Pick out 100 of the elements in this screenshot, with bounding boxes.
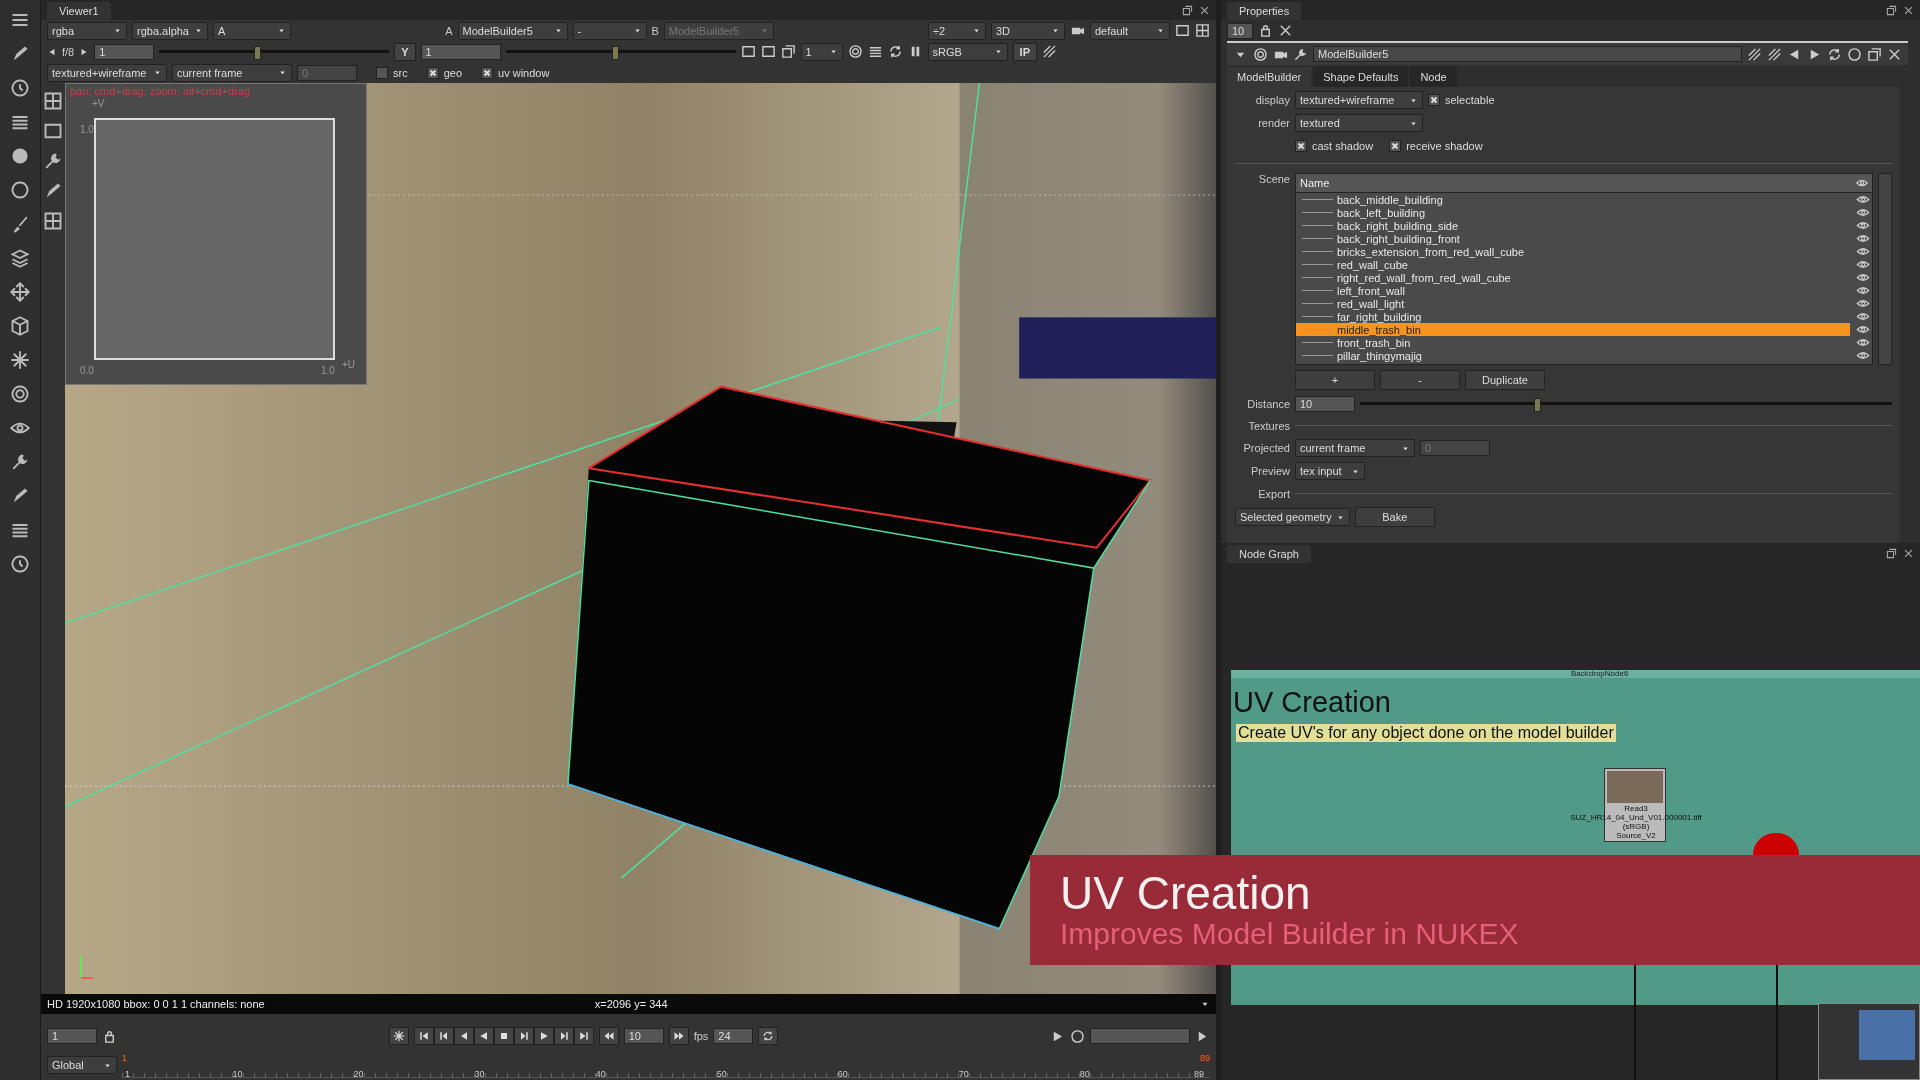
lock-icon[interactable]: [1258, 23, 1273, 38]
view-mode-dropdown[interactable]: 3D: [991, 21, 1065, 40]
preview-dropdown[interactable]: tex input: [1295, 462, 1365, 480]
scene-item[interactable]: back_left_building: [1296, 206, 1850, 219]
arrow-left-icon[interactable]: [47, 46, 57, 57]
display-mode-dropdown[interactable]: textured+wireframe: [47, 63, 167, 82]
loop-button[interactable]: [758, 1027, 779, 1045]
merge-dropdown[interactable]: -: [572, 21, 647, 40]
eye-icon[interactable]: [1856, 297, 1870, 310]
display-dropdown[interactable]: textured+wireframe: [1295, 91, 1423, 109]
scene-item[interactable]: far_right_building: [1296, 310, 1850, 323]
properties-tab[interactable]: Node: [1410, 67, 1457, 87]
eye-icon[interactable]: [1856, 245, 1870, 258]
lines-icon[interactable]: [867, 44, 883, 59]
cube-icon[interactable]: [10, 316, 30, 336]
range-field[interactable]: [1090, 1028, 1190, 1044]
scene-button[interactable]: -: [1380, 370, 1460, 390]
wrench-icon[interactable]: [10, 452, 30, 472]
lock-icon[interactable]: [102, 1028, 117, 1044]
eye-icon[interactable]: [1856, 232, 1870, 245]
colorspace-dropdown[interactable]: sRGB: [927, 42, 1008, 61]
clear-panels-icon[interactable]: [1278, 23, 1293, 38]
scene-item[interactable]: pillar_thingymajig: [1296, 349, 1850, 362]
checkbox[interactable]: [1389, 139, 1402, 152]
wrench-icon[interactable]: [43, 151, 63, 171]
minimap[interactable]: [1818, 1003, 1920, 1080]
eye-icon[interactable]: [1856, 193, 1870, 206]
gamma-button[interactable]: Y: [394, 42, 416, 61]
overlap-icon[interactable]: [780, 44, 796, 59]
gamma-field[interactable]: 1: [420, 43, 501, 60]
move-icon[interactable]: [10, 282, 30, 302]
center-icon[interactable]: [1253, 46, 1268, 62]
scene-button[interactable]: +: [1295, 370, 1375, 390]
record-icon[interactable]: [1070, 1028, 1085, 1044]
slider-thumb[interactable]: [1533, 397, 1541, 412]
scene-item[interactable]: back_right_building_side: [1296, 219, 1850, 232]
render-dropdown[interactable]: textured: [1295, 114, 1423, 132]
play-backward-button[interactable]: [473, 1027, 494, 1045]
first-frame-button[interactable]: [413, 1027, 434, 1045]
scene-item[interactable]: left_front_wall: [1296, 284, 1850, 297]
sphere-icon[interactable]: [10, 146, 30, 166]
scene-item[interactable]: red_wall_light: [1296, 297, 1850, 310]
ip-button[interactable]: IP: [1012, 42, 1037, 61]
scene-item[interactable]: back_right_building_front: [1296, 232, 1850, 245]
increment-field[interactable]: 10: [623, 1028, 664, 1044]
checkbox[interactable]: [376, 66, 388, 79]
next-keyframe-button[interactable]: [553, 1027, 574, 1045]
previous-keyframe-button[interactable]: [433, 1027, 454, 1045]
grid-icon[interactable]: [43, 91, 63, 111]
eye-icon[interactable]: [1856, 284, 1870, 297]
clock-icon[interactable]: [10, 78, 30, 98]
float-icon[interactable]: [1867, 46, 1882, 62]
uv-square[interactable]: [94, 118, 335, 360]
close-icon[interactable]: [1903, 5, 1914, 16]
end-marker[interactable]: 89: [1200, 1052, 1210, 1063]
eye-icon[interactable]: [1856, 258, 1870, 271]
timeline-ruler[interactable]: 1 89 1 10 20 30 40 50 60 70 80 89: [122, 1052, 1210, 1078]
scene-item[interactable]: bricks_extension_from_red_wall_cube: [1296, 245, 1850, 258]
scene-item[interactable]: middle_trash_bin: [1296, 323, 1850, 336]
checkbox[interactable]: [426, 66, 439, 79]
stripes-icon[interactable]: [1042, 44, 1057, 59]
distance-field[interactable]: 10: [1295, 395, 1355, 412]
eye-icon[interactable]: [1856, 323, 1870, 336]
stop-button[interactable]: [493, 1027, 514, 1045]
circle-icon[interactable]: [10, 180, 30, 200]
frame-field[interactable]: 1: [47, 1028, 97, 1044]
selection-icon[interactable]: [43, 121, 63, 141]
scene-item[interactable]: right_red_wall_from_red_wall_cube: [1296, 271, 1850, 284]
input-a-dropdown[interactable]: ModelBuilder5: [457, 21, 568, 40]
skip-back-button[interactable]: [598, 1027, 619, 1045]
eye-icon[interactable]: [1856, 219, 1870, 232]
float-icon[interactable]: [1182, 5, 1193, 16]
sparkle-icon[interactable]: [10, 350, 30, 370]
close-icon[interactable]: [1903, 548, 1914, 559]
checkbox[interactable]: [1295, 139, 1307, 152]
scrollbar[interactable]: [1878, 173, 1892, 365]
bake-button[interactable]: Bake: [1354, 507, 1435, 527]
wrench-icon[interactable]: [1293, 46, 1308, 62]
scene-button[interactable]: Duplicate: [1465, 370, 1545, 390]
node-name-field[interactable]: ModelBuilder5: [1313, 46, 1742, 62]
dial-icon[interactable]: [10, 554, 30, 574]
timeline-range-dropdown[interactable]: Global: [47, 1056, 117, 1074]
proxy-dropdown[interactable]: 1: [800, 42, 843, 61]
scene-item[interactable]: front_trash_bin: [1296, 336, 1850, 349]
step-back-button[interactable]: [453, 1027, 474, 1045]
alpha-dropdown[interactable]: rgba.alpha: [132, 21, 208, 40]
snowflake-icon[interactable]: [388, 1027, 409, 1045]
eye-icon[interactable]: [1856, 349, 1870, 362]
lut-dropdown[interactable]: default: [1090, 21, 1170, 40]
revert-icon[interactable]: [1827, 46, 1842, 62]
slider-thumb[interactable]: [253, 45, 261, 60]
properties-tab[interactable]: Shape Defaults: [1313, 67, 1409, 87]
scene-item[interactable]: red_wall_cube: [1296, 258, 1850, 271]
display-channel-dropdown[interactable]: A: [213, 21, 291, 40]
checkbox[interactable]: [1428, 94, 1440, 106]
ring-icon[interactable]: [10, 384, 30, 404]
eye-icon[interactable]: [1856, 310, 1870, 323]
float-icon[interactable]: [1886, 5, 1897, 16]
downscale-dropdown[interactable]: ÷2: [928, 21, 986, 40]
frame-mode-dropdown[interactable]: current frame: [172, 63, 292, 82]
